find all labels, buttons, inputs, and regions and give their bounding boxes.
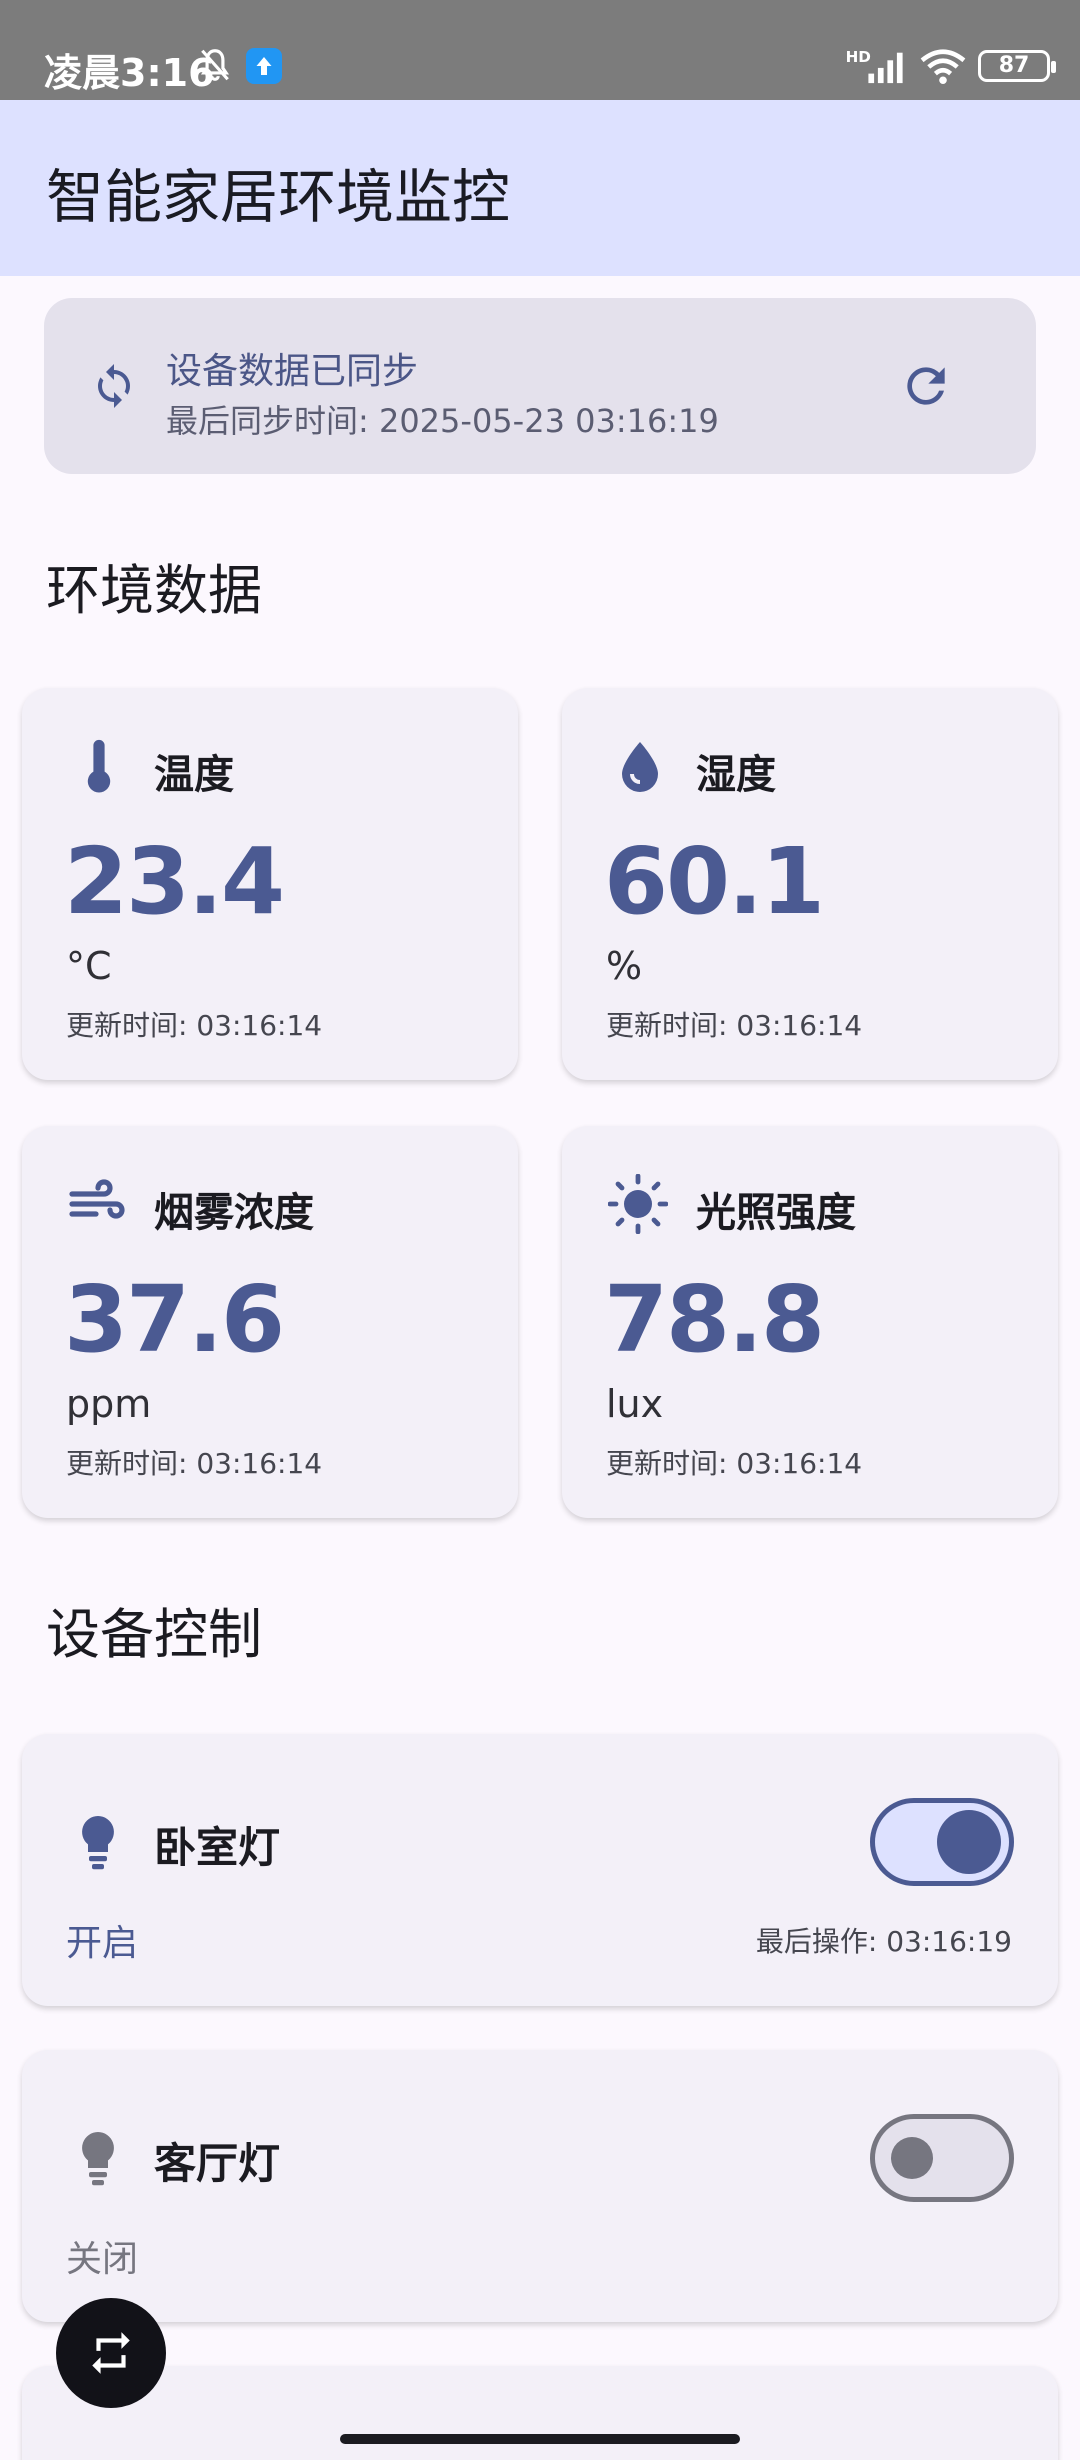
sensor-name: 湿度 <box>696 752 776 798</box>
sensor-updated: 更新时间: 03:16:14 <box>66 1009 323 1042</box>
wifi-icon <box>920 49 966 85</box>
sensor-value: 78.8 <box>604 1266 825 1373</box>
device-card-partial <box>22 2366 1058 2460</box>
bell-off-icon <box>200 49 230 81</box>
device-name: 客厅灯 <box>154 2139 281 2188</box>
sensor-unit: °C <box>66 944 112 988</box>
repeat-icon <box>92 2332 130 2374</box>
bedroom-light-switch[interactable] <box>870 1798 1014 1886</box>
sync-status-time: 最后同步时间: 2025-05-23 03:16:19 <box>166 402 719 440</box>
sensor-updated: 更新时间: 03:16:14 <box>66 1447 323 1480</box>
app-bar: 智能家居环境监控 <box>0 100 1080 276</box>
page-title: 智能家居环境监控 <box>46 163 511 231</box>
lightbulb-icon <box>82 1816 114 1870</box>
lightbulb-icon <box>82 2132 114 2186</box>
thermometer-icon <box>87 739 111 793</box>
device-state: 开启 <box>66 1923 139 1964</box>
svg-text:HD: HD <box>846 48 871 66</box>
switch-thumb <box>891 2137 933 2179</box>
device-last-operation: 最后操作: 03:16:19 <box>755 1925 1012 1958</box>
sun-icon <box>608 1174 668 1234</box>
sensor-unit: ppm <box>66 1382 152 1426</box>
sensor-value: 60.1 <box>604 828 825 935</box>
refresh-button[interactable] <box>898 358 954 414</box>
section-title-environment: 环境数据 <box>46 559 262 622</box>
app-notification-icon <box>246 48 282 84</box>
water-drop-icon <box>622 742 658 792</box>
gesture-navigation-bar[interactable] <box>340 2434 740 2444</box>
sensor-value: 23.4 <box>64 828 285 935</box>
sensor-unit: % <box>606 944 643 988</box>
status-indicators: HD 87 <box>844 46 1056 86</box>
signal-icon: HD <box>846 48 903 84</box>
status-bar: 凌晨3:16 HD 87 <box>0 0 1080 100</box>
sensor-value: 37.6 <box>64 1266 285 1373</box>
sensor-updated: 更新时间: 03:16:14 <box>606 1447 863 1480</box>
sync-status-title: 设备数据已同步 <box>166 351 419 392</box>
device-state: 关闭 <box>66 2239 139 2280</box>
sensor-name: 烟雾浓度 <box>154 1190 314 1236</box>
sensor-unit: lux <box>606 1382 664 1426</box>
repeat-fab-button[interactable] <box>56 2298 166 2408</box>
sensor-name: 温度 <box>154 752 234 798</box>
living-room-light-switch[interactable] <box>870 2114 1014 2202</box>
sensor-updated: 更新时间: 03:16:14 <box>606 1009 863 1042</box>
sensor-name: 光照强度 <box>696 1190 856 1236</box>
section-title-devices: 设备控制 <box>46 1603 262 1666</box>
battery-indicator: 87 <box>978 50 1056 82</box>
status-time: 凌晨3:16 <box>44 51 215 95</box>
sync-icon <box>98 364 130 408</box>
switch-thumb <box>937 1810 1001 1874</box>
air-icon <box>69 1179 125 1219</box>
device-name: 卧室灯 <box>154 1823 281 1872</box>
